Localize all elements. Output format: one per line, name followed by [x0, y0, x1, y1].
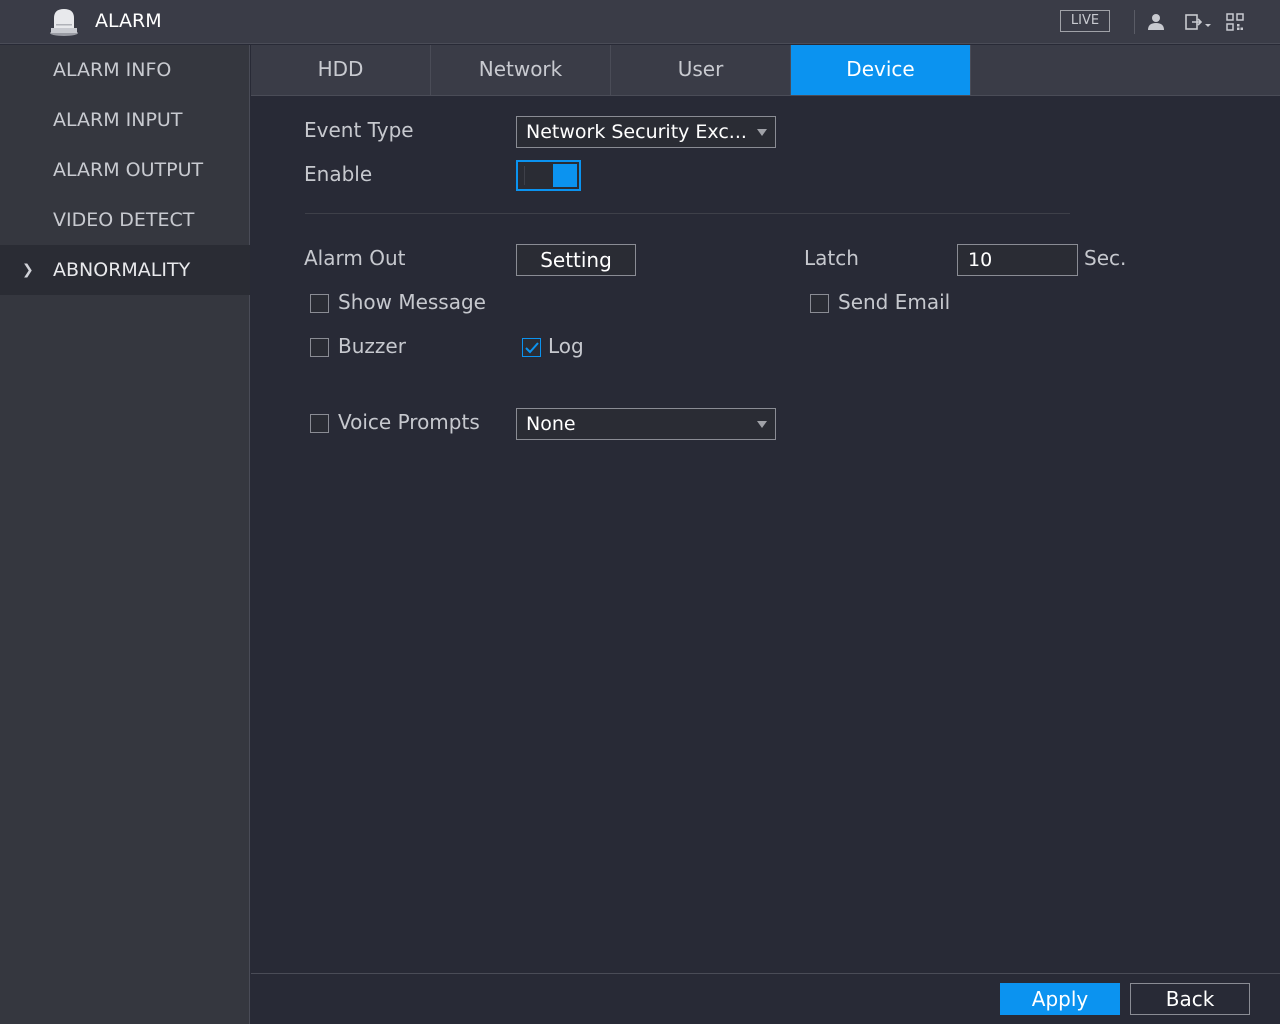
qr-code-icon[interactable] [1225, 12, 1245, 32]
voice-prompts-dropdown[interactable]: None [516, 408, 776, 440]
apply-button[interactable]: Apply [1000, 983, 1120, 1015]
chevron-right-icon: ❯ [22, 262, 34, 278]
chevron-down-icon [757, 421, 767, 428]
log-label: Log [548, 334, 584, 358]
alarm-out-label: Alarm Out [304, 246, 406, 270]
send-email-label: Send Email [838, 290, 951, 314]
voice-prompts-checkbox[interactable] [310, 414, 329, 433]
top-divider [1134, 10, 1135, 34]
toggle-track [524, 166, 554, 185]
tab-bar: HDD Network User Device [251, 45, 1280, 96]
voice-prompts-label: Voice Prompts [338, 410, 480, 434]
sidebar-item-video-detect[interactable]: VIDEO DETECT [0, 195, 250, 245]
latch-label: Latch [804, 246, 859, 270]
tab-hdd[interactable]: HDD [251, 45, 431, 95]
bottom-bar [251, 973, 1280, 1024]
sidebar-item-alarm-info[interactable]: ALARM INFO [0, 45, 250, 95]
back-button[interactable]: Back [1130, 983, 1250, 1015]
sidebar: ALARM INFO ALARM INPUT ALARM OUTPUT VIDE… [0, 45, 250, 1024]
checkmark-icon [525, 342, 539, 354]
sidebar-item-alarm-input[interactable]: ALARM INPUT [0, 95, 250, 145]
voice-prompts-value: None [526, 413, 576, 435]
top-bar: ALARM LIVE [0, 0, 1280, 44]
sidebar-item-abnormality[interactable]: ❯ ABNORMALITY [0, 245, 250, 295]
section-divider [305, 213, 1070, 214]
alarm-out-setting-button[interactable]: Setting [516, 244, 636, 276]
event-type-label: Event Type [304, 118, 414, 142]
tab-device[interactable]: Device [791, 45, 971, 95]
enable-toggle[interactable] [516, 160, 581, 191]
toggle-knob [553, 164, 577, 187]
app-title: ALARM [95, 10, 162, 32]
latch-input[interactable]: 10 [957, 244, 1078, 276]
buzzer-checkbox[interactable] [310, 338, 329, 357]
tab-user[interactable]: User [611, 45, 791, 95]
live-button[interactable]: LIVE [1060, 10, 1110, 32]
send-email-checkbox[interactable] [810, 294, 829, 313]
chevron-down-icon [757, 129, 767, 136]
sidebar-item-label: ABNORMALITY [53, 259, 191, 281]
tab-network[interactable]: Network [431, 45, 611, 95]
enable-label: Enable [304, 162, 373, 186]
show-message-checkbox[interactable] [310, 294, 329, 313]
sidebar-item-label: ALARM INFO [53, 59, 172, 81]
sidebar-item-label: ALARM INPUT [53, 109, 183, 131]
logout-icon[interactable] [1184, 12, 1214, 32]
sidebar-item-label: ALARM OUTPUT [53, 159, 204, 181]
user-icon[interactable] [1146, 12, 1166, 32]
log-checkbox[interactable] [522, 338, 541, 357]
sidebar-item-label: VIDEO DETECT [53, 209, 195, 231]
event-type-dropdown[interactable]: Network Security Exc... [516, 116, 776, 148]
show-message-label: Show Message [338, 290, 486, 314]
alarm-bell-icon [50, 9, 78, 36]
event-type-value: Network Security Exc... [526, 121, 747, 143]
buzzer-label: Buzzer [338, 334, 406, 358]
sidebar-item-alarm-output[interactable]: ALARM OUTPUT [0, 145, 250, 195]
latch-unit: Sec. [1084, 246, 1127, 270]
